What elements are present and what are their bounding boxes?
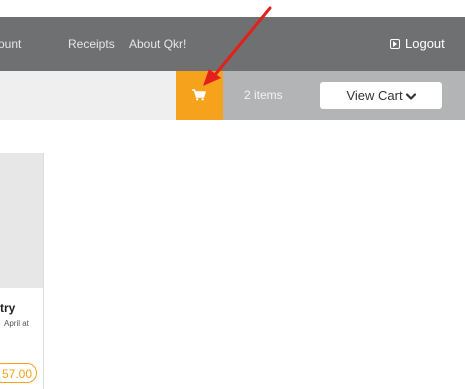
view-cart-button[interactable]: View Cart bbox=[320, 82, 442, 109]
logout-button[interactable]: Logout bbox=[390, 34, 445, 54]
product-card[interactable]: try April at 57.00 bbox=[0, 153, 44, 389]
price-button[interactable]: 57.00 bbox=[0, 363, 37, 383]
product-title: try bbox=[0, 301, 16, 315]
product-image bbox=[0, 153, 43, 288]
shopping-cart-icon bbox=[192, 89, 206, 101]
top-nav-bar: ount Receipts About Qkr! Logout bbox=[0, 17, 465, 71]
cart-strip: 2 items View Cart bbox=[0, 71, 465, 120]
chevron-down-icon bbox=[405, 93, 416, 100]
nav-link-receipts[interactable]: Receipts bbox=[68, 34, 115, 54]
nav-link-account[interactable]: ount bbox=[0, 34, 21, 54]
view-cart-label: View Cart bbox=[346, 88, 403, 103]
product-subtitle: April at bbox=[4, 319, 29, 328]
cart-button[interactable] bbox=[176, 71, 223, 120]
cart-item-count: 2 items bbox=[244, 88, 283, 102]
nav-link-about[interactable]: About Qkr! bbox=[129, 34, 186, 54]
cart-summary: 2 items View Cart bbox=[223, 71, 465, 120]
logout-label: Logout bbox=[405, 36, 445, 51]
app-screen: ount Receipts About Qkr! Logout 2 items … bbox=[0, 0, 465, 389]
logout-icon bbox=[390, 39, 400, 49]
